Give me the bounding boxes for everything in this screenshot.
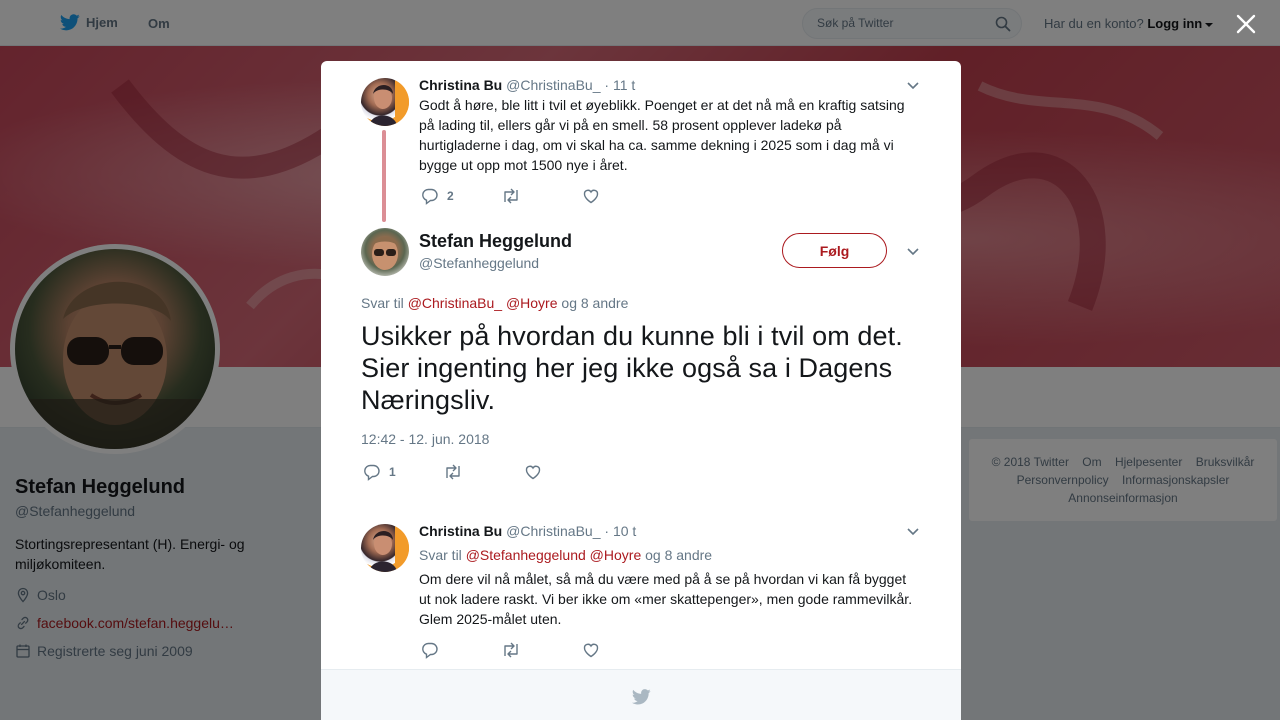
like-button[interactable]	[582, 641, 608, 659]
reply-button[interactable]	[421, 641, 447, 659]
reply-tweet-text: Om dere vil nå målet, så må du være med …	[419, 571, 913, 627]
mention-link[interactable]: @Hoyre	[590, 547, 642, 563]
avatar[interactable]	[361, 228, 409, 276]
reply-icon	[364, 464, 380, 481]
reply-tweet-name[interactable]: Christina Bu	[419, 523, 502, 539]
reply-button[interactable]: 1	[363, 463, 396, 481]
tweet-permalink-modal: Christina Bu @ChristinaBu_ · 11 t Godt å…	[321, 61, 961, 720]
reply-icon	[422, 642, 438, 659]
mention-link[interactable]: @Hoyre	[506, 295, 558, 311]
main-tweet-name[interactable]: Stefan Heggelund	[419, 231, 572, 252]
chevron-down-icon[interactable]	[905, 523, 921, 539]
modal-footer	[321, 669, 961, 720]
parent-tweet-name[interactable]: Christina Bu	[419, 77, 502, 93]
parent-tweet-handle[interactable]: @ChristinaBu_	[506, 77, 600, 93]
mention-link[interactable]: @ChristinaBu_	[408, 295, 502, 311]
mention-link[interactable]: @Stefanheggelund	[466, 547, 586, 563]
retweet-button[interactable]	[501, 641, 529, 659]
avatar[interactable]	[361, 78, 409, 126]
reply-to-suffix[interactable]: og 8 andre	[561, 295, 628, 311]
retweet-icon	[446, 464, 460, 480]
retweet-icon	[504, 188, 518, 204]
retweet-button[interactable]	[501, 187, 529, 205]
main-tweet-timestamp[interactable]: 12:42 - 12. jun. 2018	[361, 431, 489, 447]
reply-icon	[422, 188, 438, 205]
retweet-icon	[504, 642, 518, 658]
reply-button[interactable]: 2	[421, 187, 454, 205]
follow-button[interactable]: Følg	[782, 233, 887, 268]
reply-to-prefix: Svar til	[361, 295, 404, 311]
like-button[interactable]	[582, 187, 608, 205]
heart-icon	[525, 465, 541, 480]
avatar[interactable]	[361, 524, 409, 572]
reply-tweet-time[interactable]: · 10 t	[604, 523, 636, 539]
reply-count: 2	[447, 189, 454, 203]
close-icon[interactable]	[1234, 12, 1258, 36]
reply-to-prefix: Svar til	[419, 547, 462, 563]
chevron-down-icon[interactable]	[905, 243, 921, 259]
like-button[interactable]	[524, 463, 550, 481]
thread-connector-line	[382, 130, 386, 222]
twitter-bird-icon	[632, 689, 651, 705]
heart-icon	[583, 189, 599, 204]
parent-tweet-text: Godt å høre, ble litt i tvil et øyeblikk…	[419, 97, 905, 173]
retweet-button[interactable]	[443, 463, 471, 481]
parent-tweet-header: Christina Bu @ChristinaBu_ · 11 t	[419, 77, 635, 93]
reply-tweet-reply-context: Svar til @Stefanheggelund @Hoyre og 8 an…	[419, 547, 712, 563]
parent-tweet-time[interactable]: · 11 t	[604, 77, 635, 93]
reply-count: 1	[389, 465, 396, 479]
main-tweet-handle[interactable]: @Stefanheggelund	[419, 255, 539, 271]
reply-to-suffix[interactable]: og 8 andre	[645, 547, 712, 563]
reply-tweet-header: Christina Bu @ChristinaBu_ · 10 t	[419, 523, 636, 539]
chevron-down-icon[interactable]	[905, 77, 921, 93]
main-tweet-text: Usikker på hvordan du kunne bli i tvil o…	[361, 321, 903, 415]
main-tweet-reply-context: Svar til @ChristinaBu_ @Hoyre og 8 andre	[361, 295, 628, 311]
heart-icon	[583, 643, 599, 658]
reply-tweet-handle[interactable]: @ChristinaBu_	[506, 523, 600, 539]
